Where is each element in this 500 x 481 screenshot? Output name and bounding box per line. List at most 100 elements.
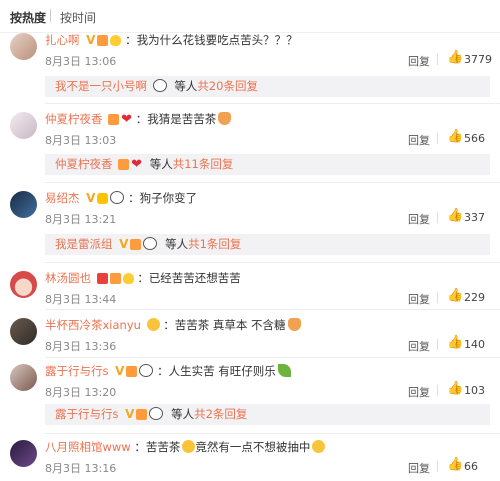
action-divider bbox=[437, 292, 438, 303]
avatar[interactable] bbox=[10, 33, 37, 60]
comment-text: 我为什么花钱要吃点苦头？？？ bbox=[136, 33, 298, 47]
vip-badge-icon bbox=[108, 114, 120, 125]
thumbs-up-icon[interactable]: 👍 bbox=[447, 381, 463, 396]
thumbs-up-icon[interactable]: 👍 bbox=[447, 50, 463, 65]
laugh-emoji-icon bbox=[182, 440, 196, 453]
sub-reply-username[interactable]: 仲夏柠夜香 bbox=[55, 157, 113, 171]
avatar[interactable] bbox=[10, 440, 37, 467]
comment-separator: ： bbox=[135, 112, 148, 126]
thumbs-up-icon[interactable]: 👍 bbox=[447, 457, 463, 472]
sub-replies-box[interactable]: 我不是一只小号啊 等人共20条回复 bbox=[45, 76, 490, 97]
comment-text: 苦苦茶 bbox=[145, 440, 181, 454]
like-count[interactable]: 229 bbox=[464, 291, 485, 304]
sub-reply-mid: 等人 bbox=[165, 237, 189, 251]
comment-text-continued: 竟然有一点不想被抽中 bbox=[195, 440, 311, 454]
divider bbox=[45, 103, 500, 104]
reply-button[interactable]: 回复 bbox=[408, 338, 430, 354]
sub-replies-box[interactable]: 我是雷派组 V 等人共1条回复 bbox=[45, 234, 490, 255]
comment-body: 八月照相馆www ：苦苦茶 竟然有一点不想被抽中 bbox=[45, 440, 326, 454]
comment-text: 人生实苦 有旺仔则乐 bbox=[168, 364, 276, 378]
action-divider bbox=[437, 461, 438, 472]
sub-reply-username[interactable]: 露于行与行s bbox=[55, 407, 119, 421]
comment-separator: ： bbox=[137, 271, 149, 285]
verified-v-icon: V bbox=[115, 364, 125, 378]
sub-reply-mid: 等人 bbox=[171, 407, 195, 421]
comment-text: 已经苦苦还想苦苦 bbox=[148, 271, 241, 285]
bulb-badge-icon bbox=[122, 273, 134, 284]
like-count[interactable]: 103 bbox=[464, 384, 485, 397]
comment-username[interactable]: 露于行与行s bbox=[45, 364, 109, 378]
thumbs-up-icon[interactable]: 👍 bbox=[447, 335, 463, 350]
avatar[interactable] bbox=[10, 112, 37, 139]
comment-text: 狗子你变了 bbox=[139, 191, 198, 205]
reply-button[interactable]: 回复 bbox=[408, 291, 430, 307]
panda-emoji-icon bbox=[149, 407, 164, 420]
sub-replies-box[interactable]: 露于行与行s V 等人共2条回复 bbox=[45, 404, 490, 425]
vip-badge-icon bbox=[97, 193, 109, 204]
reply-button[interactable]: 回复 bbox=[408, 132, 430, 148]
comment-time: 8月3日 13:20 bbox=[45, 386, 117, 399]
vip-badge-icon bbox=[118, 159, 130, 170]
panda-emoji-icon bbox=[143, 237, 158, 250]
sub-reply-username[interactable]: 我不是一只小号啊 bbox=[55, 79, 147, 93]
comment-username[interactable]: 扎心啊 bbox=[45, 33, 80, 47]
comment-time: 8月3日 13:21 bbox=[45, 213, 117, 226]
comment-separator: ： bbox=[163, 318, 175, 332]
view-replies-link[interactable]: 共20条回复 bbox=[197, 79, 258, 93]
like-count[interactable]: 337 bbox=[464, 211, 485, 224]
reply-button[interactable]: 回复 bbox=[408, 53, 430, 69]
bulb-badge-icon bbox=[110, 35, 122, 46]
comment-body: 半杯西冷茶xianyu ：苦苦茶 真草本 不含糖 bbox=[45, 318, 301, 332]
reply-button[interactable]: 回复 bbox=[408, 384, 430, 400]
comment-separator: ： bbox=[134, 440, 146, 454]
avatar[interactable] bbox=[10, 191, 37, 218]
divider bbox=[45, 357, 500, 358]
comment-body: 林汤圆也 ：已经苦苦还想苦苦 bbox=[45, 271, 241, 285]
comment-text: 我猜是苦苦茶 bbox=[147, 112, 217, 126]
comment-username[interactable]: 仲夏柠夜香 bbox=[45, 112, 103, 126]
view-replies-link[interactable]: 共11条回复 bbox=[173, 157, 234, 171]
comment-text: 苦苦茶 真草本 不含糖 bbox=[174, 318, 286, 332]
comment-separator: ： bbox=[128, 191, 140, 205]
avatar[interactable] bbox=[10, 318, 37, 345]
verified-v-icon: V bbox=[86, 33, 96, 47]
verified-v-icon: V bbox=[86, 191, 96, 205]
comment-username[interactable]: 林汤圆也 bbox=[45, 271, 91, 285]
sub-reply-username[interactable]: 我是雷派组 bbox=[55, 237, 113, 251]
like-count[interactable]: 566 bbox=[464, 132, 485, 145]
comment-separator: ： bbox=[125, 33, 137, 47]
like-count[interactable]: 66 bbox=[464, 460, 478, 473]
panda-emoji-icon bbox=[139, 364, 154, 377]
avatar[interactable] bbox=[10, 271, 37, 298]
action-divider bbox=[437, 133, 438, 144]
sort-by-time-tab[interactable]: 按时间 bbox=[60, 9, 96, 26]
reply-button[interactable]: 回复 bbox=[408, 211, 430, 227]
comment-username[interactable]: 八月照相馆www bbox=[45, 440, 131, 454]
action-divider bbox=[437, 339, 438, 350]
reply-button[interactable]: 回复 bbox=[408, 460, 430, 476]
comment-username[interactable]: 半杯西冷茶xianyu bbox=[45, 318, 141, 332]
comment-time: 8月3日 13:03 bbox=[45, 134, 117, 147]
avatar[interactable] bbox=[10, 364, 37, 391]
like-count[interactable]: 140 bbox=[464, 338, 485, 351]
panda-emoji-icon bbox=[152, 79, 167, 92]
sort-by-hot-tab[interactable]: 按热度 bbox=[10, 9, 46, 26]
leaf-emoji-icon bbox=[277, 364, 291, 377]
sub-replies-box[interactable]: 仲夏柠夜香 ❤ 等人共11条回复 bbox=[45, 154, 490, 175]
heart-icon: ❤ bbox=[121, 112, 133, 127]
view-replies-link[interactable]: 共1条回复 bbox=[188, 237, 241, 251]
like-count[interactable]: 3779 bbox=[464, 53, 492, 66]
divider bbox=[45, 309, 500, 310]
laugh-emoji-icon bbox=[312, 440, 326, 453]
action-divider bbox=[437, 54, 438, 65]
comment-time: 8月3日 13:06 bbox=[45, 55, 117, 68]
comment-username[interactable]: 易绍杰 bbox=[45, 191, 80, 205]
vip-badge-icon bbox=[130, 239, 142, 250]
comment-body: 露于行与行s V ：人生实苦 有旺仔则乐 bbox=[45, 364, 291, 378]
sort-bar: 按热度 按时间 bbox=[0, 0, 500, 33]
thumbs-up-icon[interactable]: 👍 bbox=[447, 129, 463, 144]
vip-badge-icon bbox=[126, 366, 138, 377]
thumbs-up-icon[interactable]: 👍 bbox=[447, 208, 463, 223]
view-replies-link[interactable]: 共2条回复 bbox=[194, 407, 247, 421]
thumbs-up-icon[interactable]: 👍 bbox=[447, 288, 463, 303]
